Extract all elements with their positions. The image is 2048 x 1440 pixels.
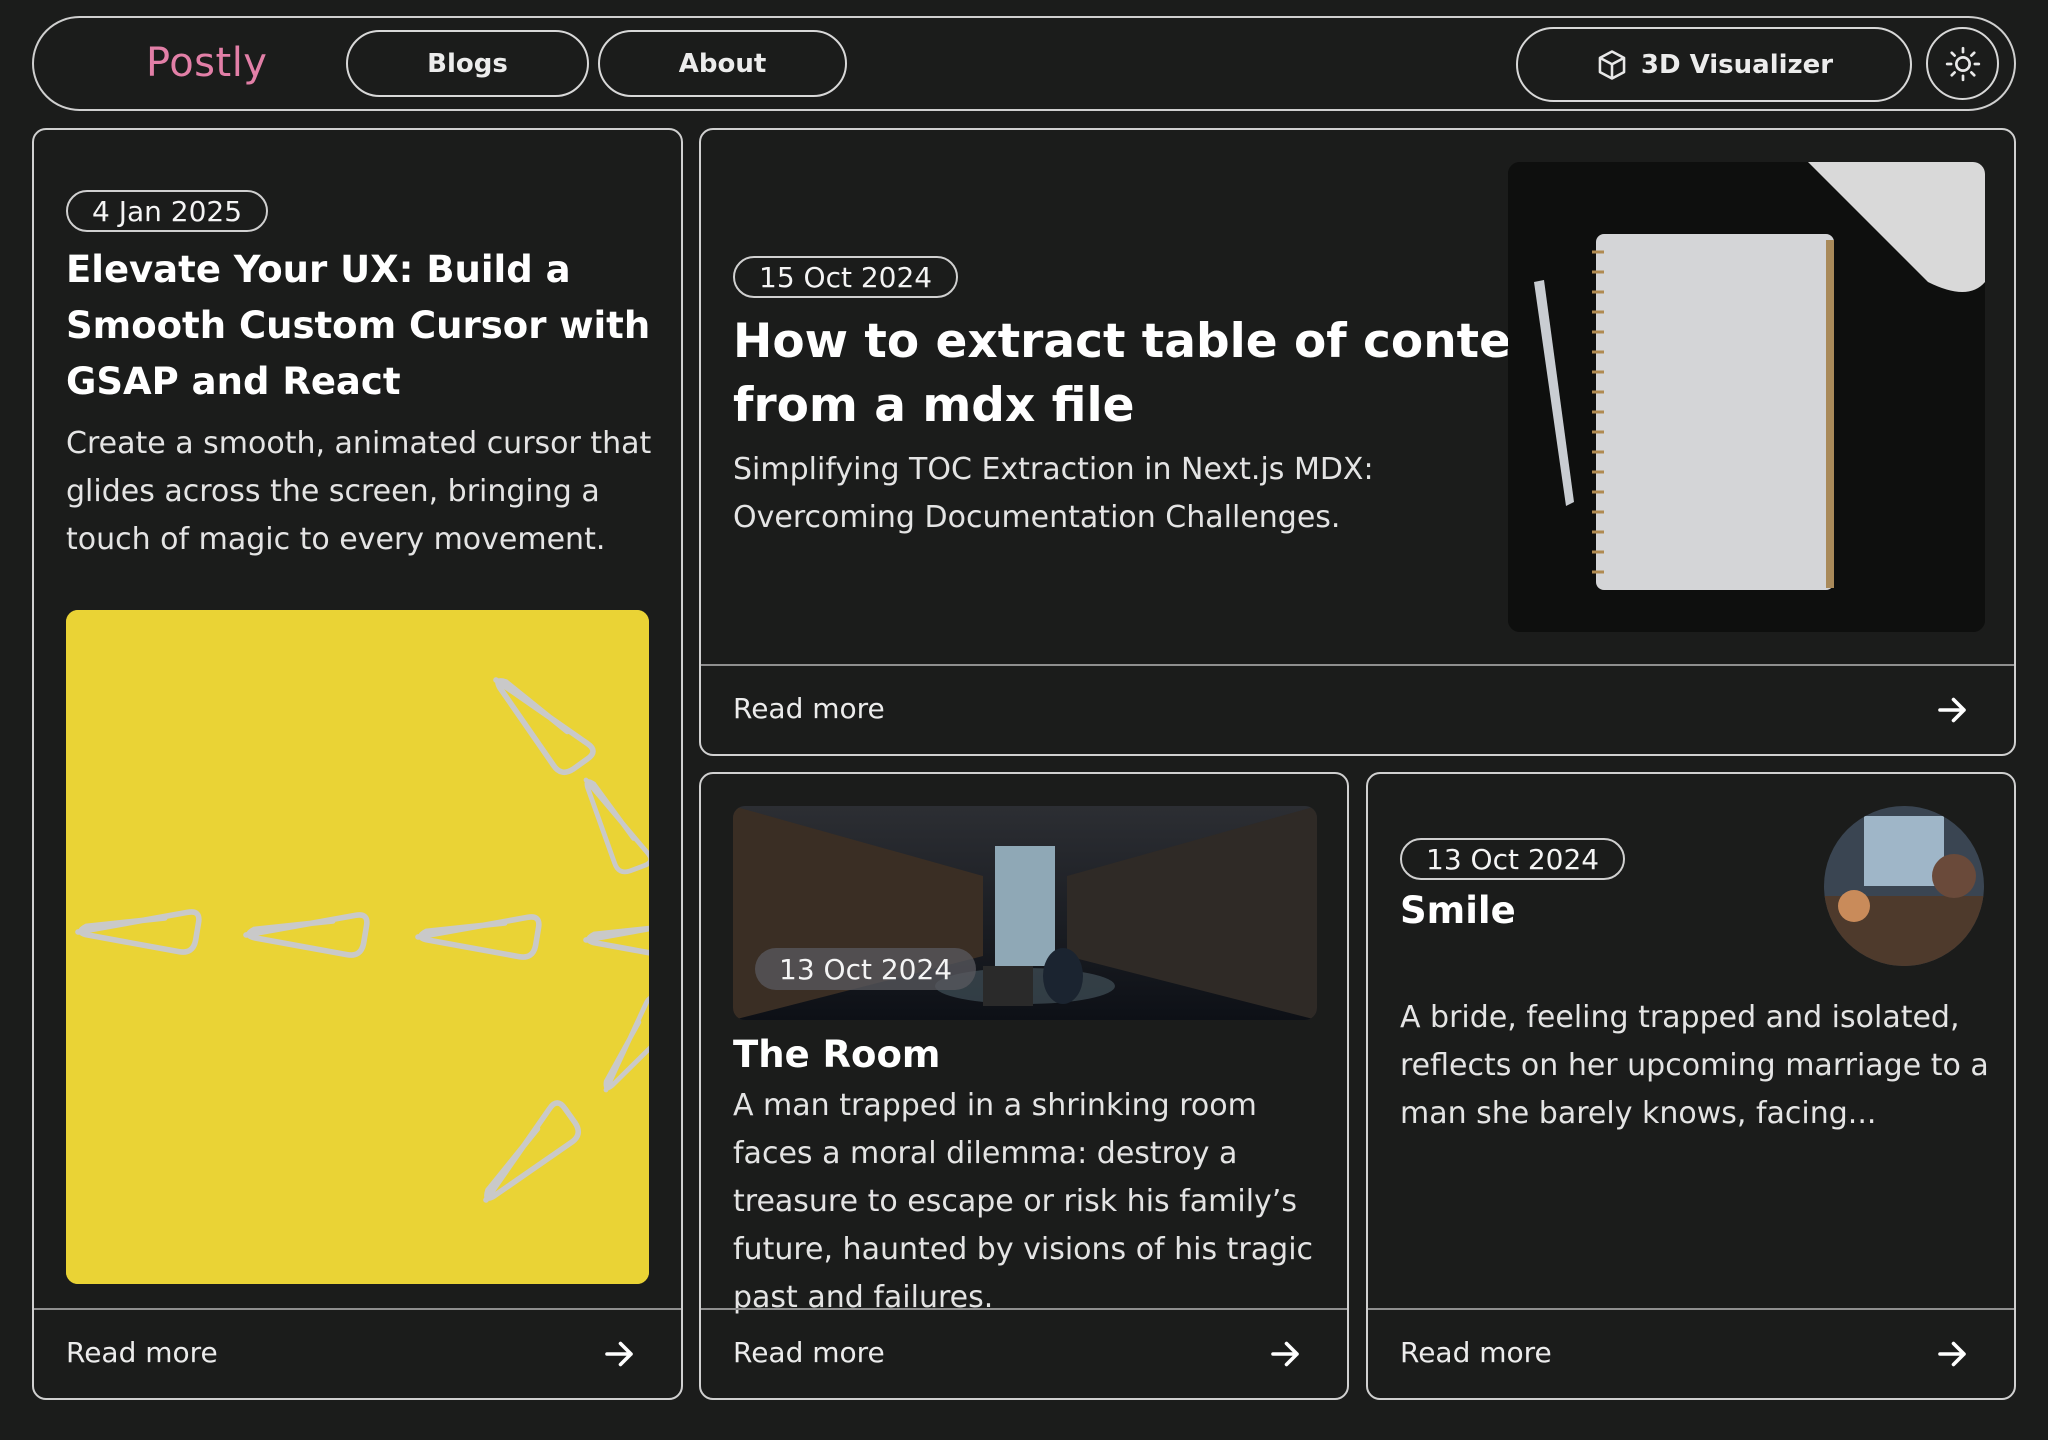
card-title[interactable]: Smile — [1400, 884, 1516, 938]
date-badge: 4 Jan 2025 — [66, 190, 269, 232]
card-image-notebook — [1508, 162, 1985, 632]
arrow-right-icon — [1938, 697, 1966, 723]
date-badge: 13 Oct 2024 — [1400, 838, 1626, 880]
card-footer[interactable]: Read more — [34, 1308, 681, 1398]
nav-blogs-button[interactable]: Blogs — [346, 30, 589, 97]
blog-card-custom-cursor[interactable]: 4 Jan 2025 Elevate Your UX: Build a Smoo… — [32, 128, 683, 1400]
card-description: A bride, feeling trapped and isolated, r… — [1400, 1000, 1989, 1131]
card-title[interactable]: The Room — [733, 1028, 940, 1082]
card-footer[interactable]: Read more — [701, 664, 2014, 754]
read-more-link[interactable]: Read more — [66, 1336, 218, 1369]
card-image-library: 13 Oct 2024 — [733, 806, 1317, 1020]
card-description: Simplifying TOC Extraction in Next.js MD… — [733, 452, 1374, 535]
date-badge: 13 Oct 2024 — [755, 948, 977, 990]
sun-icon — [1945, 46, 1980, 81]
top-navbar: Postly Blogs About 3D Visualizer — [32, 16, 2016, 111]
blog-card-smile[interactable]: 13 Oct 2024 Smile A bride, feeling trapp… — [1366, 772, 2016, 1400]
card-footer[interactable]: Read more — [1368, 1308, 2014, 1398]
card-image-paperclips — [66, 610, 649, 1284]
read-more-link[interactable]: Read more — [733, 692, 885, 725]
arrow-right-icon — [605, 1341, 633, 1367]
card-description: Create a smooth, animated cursor that gl… — [66, 426, 652, 557]
read-more-link[interactable]: Read more — [1400, 1336, 1552, 1369]
3d-visualizer-label: 3D Visualizer — [1640, 49, 1834, 80]
nav-about-button[interactable]: About — [598, 30, 847, 97]
card-description: A man trapped in a shrinking room faces … — [733, 1088, 1314, 1315]
arrow-right-icon — [1271, 1341, 1299, 1367]
brand-logo[interactable]: Postly — [146, 40, 267, 86]
theme-toggle-button[interactable] — [1926, 27, 1999, 100]
card-title[interactable]: Elevate Your UX: Build a Smooth Custom C… — [66, 242, 650, 410]
blog-card-toc-mdx[interactable]: 15 Oct 2024 How to extract table of cont… — [699, 128, 2016, 756]
blog-card-the-room[interactable]: 13 Oct 2024 The Room A man trapped in a … — [699, 772, 1349, 1400]
3d-visualizer-button[interactable]: 3D Visualizer — [1516, 27, 1912, 102]
card-avatar-bride — [1824, 806, 1984, 966]
cube-icon — [1598, 49, 1626, 80]
card-title[interactable]: How to extract table of contents from a … — [733, 310, 1595, 438]
card-footer[interactable]: Read more — [701, 1308, 1347, 1398]
date-badge: 15 Oct 2024 — [733, 256, 959, 298]
arrow-right-icon — [1938, 1341, 1966, 1367]
read-more-link[interactable]: Read more — [733, 1336, 885, 1369]
